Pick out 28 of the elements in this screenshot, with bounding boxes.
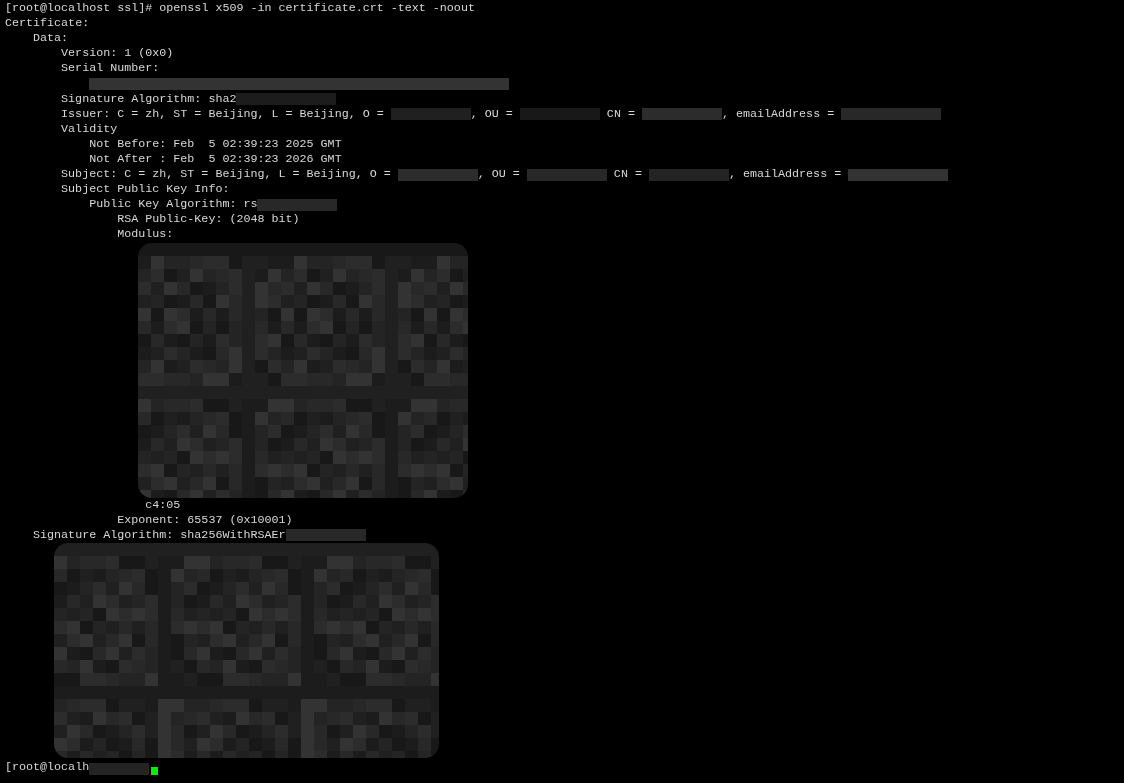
output-line: RSA Public-Key: (2048 bit) [117,212,300,228]
output-line: Public Key Algorithm: rs [89,197,258,213]
command-text: openssl x509 -in certificate.crt -text -noout [159,1,475,17]
output-line: c4:05 [145,497,181,513]
output-line: Not After : Feb 5 02:39:23 2026 GMT [89,151,342,168]
output-line: Not Before: Feb 5 02:39:23 2025 GMT [89,136,342,152]
text-cursor [151,766,159,775]
output-line: , emailAddress = [721,106,836,122]
output-line: Certificate: [5,16,90,32]
output-line: Validity [61,121,118,137]
output-line: Issuer: C = zh, ST = Beijing, L = Beijing, O = [61,106,385,122]
output-line: , OU = [470,106,514,122]
output-line: Modulus: [117,227,174,243]
output-line: , emailAddress = [728,167,843,183]
output-line: , OU = [477,167,521,183]
output-line: Subject: C = zh, ST = Beijing, L = Beijing, O = [61,167,392,183]
output-line: Data: [33,31,69,47]
output-line: Signature Algorithm: sha2 [61,91,237,107]
output-line: CN = [612,167,643,183]
output-line: Signature Algorithm: sha256WithRSAEr [33,527,286,543]
output-line: Serial Number: [61,61,160,77]
shell-prompt: [root@localh [5,759,90,775]
output-line: CN = [605,106,636,122]
output-line: Exponent: 65537 (0x10001) [117,512,293,528]
output-line: Subject Public Key Info: [61,182,230,198]
shell-prompt: [root@localhost ssl]# [5,1,153,17]
output-line: Version: 1 (0x0) [61,46,174,62]
redaction-mosaic [89,762,150,775]
